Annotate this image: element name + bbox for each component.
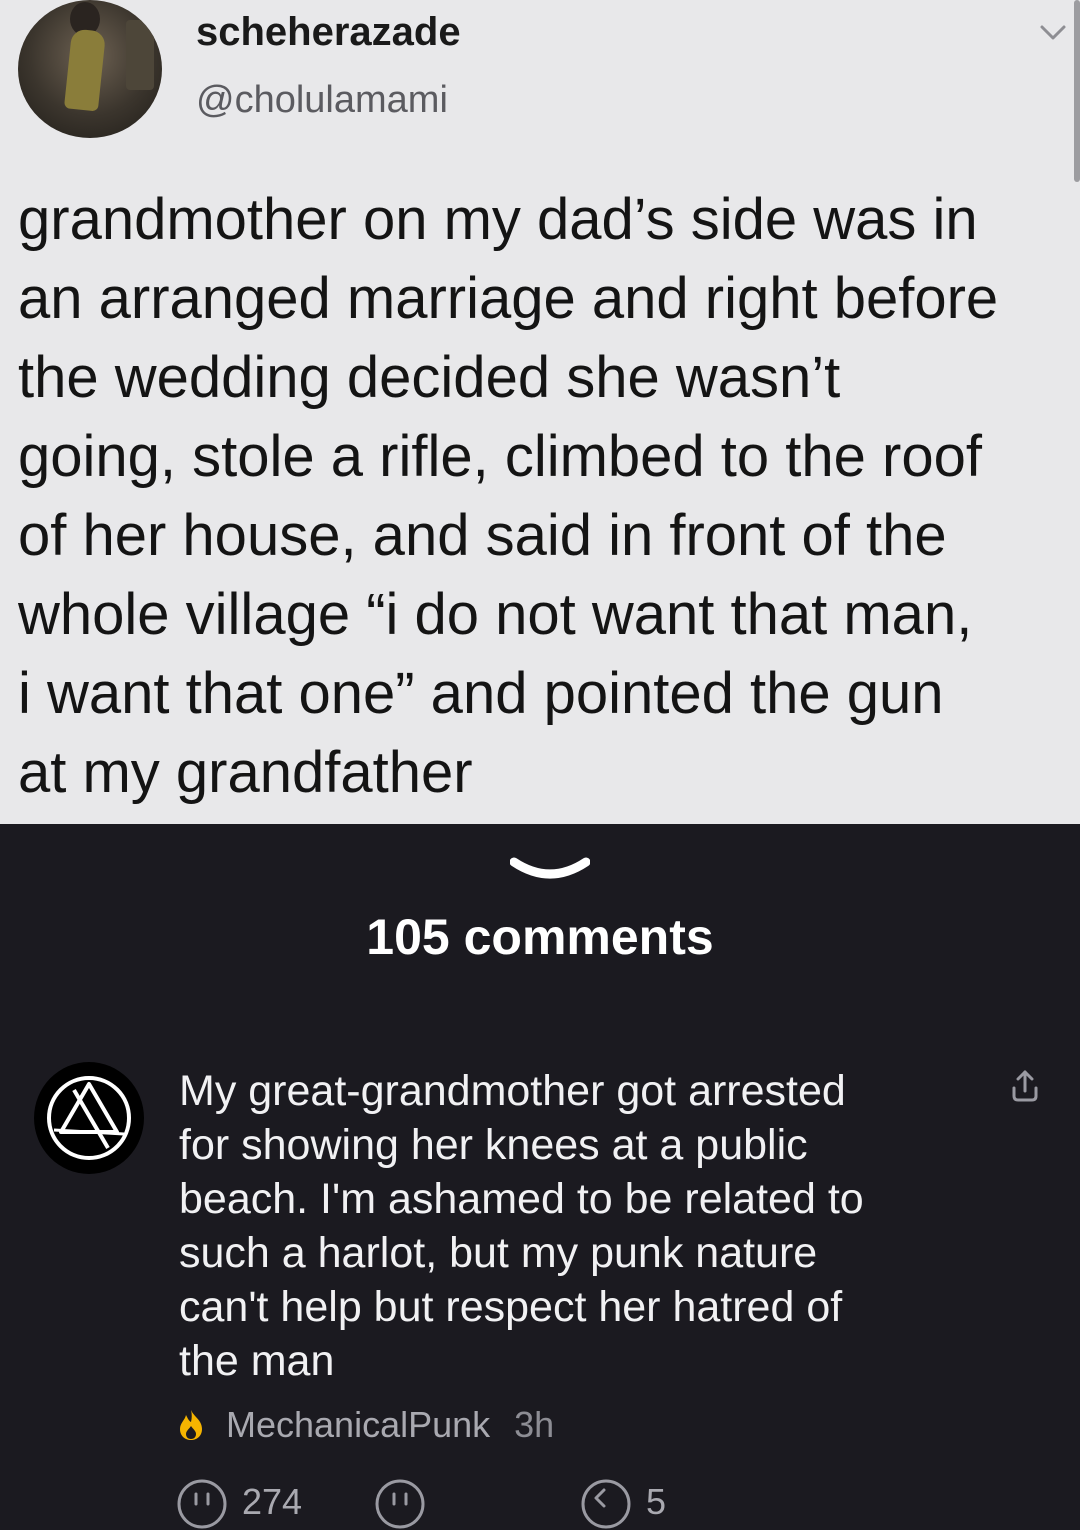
comment-timestamp: 3h (514, 1404, 555, 1445)
share-icon[interactable] (1006, 1066, 1044, 1106)
tweet-text-line: the wedding decided she wasn’t (18, 345, 841, 410)
tweet-text-line: grandmother on my dad’s side was in (18, 187, 978, 252)
upvote-count: 274 (242, 1481, 303, 1522)
comment-text-line: My great-grandmother got arrested (179, 1067, 846, 1115)
comment-text-line: such a harlot, but my punk nature (179, 1229, 818, 1277)
downvote-button[interactable] (374, 1478, 426, 1530)
tweet-text-line: i want that one” and pointed the gun (18, 661, 944, 726)
comments-count: 105 comments (366, 909, 714, 965)
comment-meta: MechanicalPunk 3h (176, 1400, 554, 1450)
comment-text-line: beach. I'm ashamed to be related to (179, 1175, 864, 1223)
avatar-mirror-frame (126, 20, 154, 90)
comment-author[interactable]: MechanicalPunk (226, 1404, 490, 1446)
comment-text-line: can't help but respect her hatred of (179, 1283, 843, 1331)
tweet-text-line: an arranged marriage and right before (18, 266, 999, 331)
comment-text-line: the man (179, 1337, 335, 1385)
chevron-down-icon[interactable] (510, 852, 590, 886)
tweet-text-line: whole village “i do not want that man, (18, 582, 973, 647)
avatar[interactable] (34, 1062, 144, 1174)
upvote-button[interactable]: 274 (176, 1478, 302, 1530)
tweet-text-line: of her house, and said in front of the (18, 503, 947, 568)
tweet-avatar (18, 0, 162, 138)
avatar-scarf (63, 28, 107, 112)
comment-actions: 274 5 (176, 1478, 696, 1529)
band-logo-icon (47, 1076, 131, 1160)
upvote-icon (177, 1479, 227, 1529)
reply-icon (581, 1479, 631, 1529)
comment-text-line: for showing her knees at a public (179, 1121, 808, 1169)
flame-icon (180, 1410, 202, 1440)
reply-button[interactable]: 5 (580, 1478, 666, 1530)
downvote-icon (375, 1479, 425, 1529)
tweet-text-line: going, stole a rifle, climbed to the roo… (18, 424, 982, 489)
tweet-text-line: at my grandfather (18, 740, 473, 805)
chevron-down-icon (1040, 25, 1066, 40)
tweet-screenshot: scheherazade @cholulamami grandmother on… (0, 0, 1080, 824)
comment-text: My great-grandmother got arrested for sh… (179, 1064, 979, 1388)
reply-count: 5 (646, 1481, 667, 1522)
scrollbar (1074, 0, 1080, 182)
tweet-handle: @cholulamami (196, 79, 448, 121)
tweet-text: grandmother on my dad’s side was in an a… (18, 180, 1078, 812)
tweet-display-name: scheherazade (196, 10, 461, 54)
